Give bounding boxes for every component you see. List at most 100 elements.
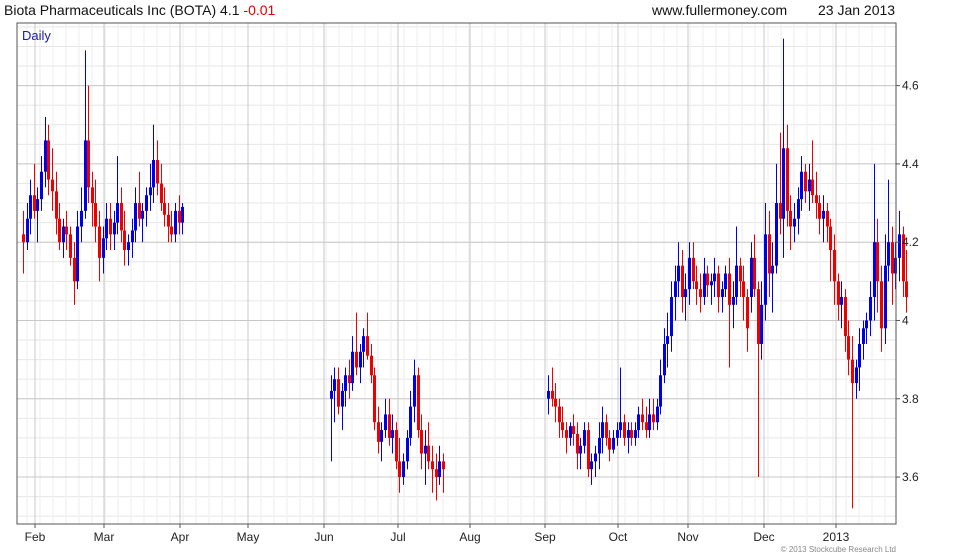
bar-body <box>351 351 354 384</box>
bar-body <box>822 210 825 219</box>
ohlc-bar <box>569 422 572 446</box>
ohlc-bar <box>435 453 438 501</box>
ohlc-bar <box>174 203 177 243</box>
y-tick-label: 4.2 <box>902 235 919 249</box>
ohlc-bar <box>692 242 695 290</box>
bar-body <box>22 234 25 243</box>
bar-body <box>138 203 141 219</box>
bar-body <box>695 281 698 290</box>
bar-body <box>36 199 39 211</box>
bar-body <box>898 234 901 258</box>
bar-body <box>73 257 76 282</box>
bar-body <box>739 265 742 282</box>
bar-body <box>337 379 340 407</box>
ohlc-bar <box>753 234 756 297</box>
ohlc-bar <box>33 163 36 219</box>
bar-body <box>666 336 669 344</box>
bar-body <box>840 296 843 305</box>
y-tick-label: 3.8 <box>902 392 919 406</box>
bar-body <box>116 203 119 223</box>
bar-body <box>674 281 677 297</box>
bar-body <box>750 257 753 297</box>
bar-body <box>94 203 97 227</box>
ohlc-bar <box>840 281 843 329</box>
ohlc-bar <box>127 234 130 266</box>
bar-body <box>29 195 32 219</box>
ohlc-bar <box>815 171 818 219</box>
ohlc-bar <box>746 289 749 352</box>
bar-body <box>652 414 655 423</box>
ohlc-bar <box>420 414 423 470</box>
y-tick-label: 4.4 <box>902 157 919 171</box>
ohlc-bar <box>590 453 593 485</box>
bar-body <box>80 210 83 227</box>
ohlc-bar <box>152 124 155 204</box>
bar-body <box>427 445 430 462</box>
ohlc-bar <box>847 320 850 376</box>
bar-body <box>395 430 398 462</box>
x-tick-label: Jul <box>390 530 405 544</box>
bar-body <box>782 148 785 219</box>
bar-body <box>865 320 868 329</box>
bar-body <box>808 179 811 192</box>
bar-body <box>779 203 782 219</box>
bar-body <box>174 210 177 235</box>
bar-body <box>402 461 405 478</box>
bar-body <box>746 296 749 329</box>
bar-body <box>815 195 818 204</box>
bar-body <box>764 234 767 305</box>
bar-body <box>703 273 706 297</box>
ohlc-bar <box>65 210 68 251</box>
ohlc-bar <box>663 328 666 384</box>
bar-body <box>656 406 659 423</box>
ohlc-bar <box>84 50 87 219</box>
bar-body <box>789 210 792 227</box>
bar-body <box>141 210 144 219</box>
bar-body <box>388 414 391 438</box>
bar-body <box>409 406 412 438</box>
ohlc-bar <box>551 367 554 407</box>
bar-body <box>355 351 358 368</box>
bar-body <box>797 199 800 219</box>
bar-body <box>847 336 850 360</box>
bar-body <box>76 226 79 282</box>
bar-body <box>862 328 865 344</box>
bar-body <box>753 257 756 290</box>
ohlc-bar <box>109 203 112 251</box>
ohlc-bar <box>73 242 76 305</box>
ohlc-bar <box>616 422 619 446</box>
bar-body <box>163 203 166 215</box>
ohlc-bar <box>818 195 821 235</box>
bar-body <box>742 281 745 297</box>
bar-body <box>645 422 648 431</box>
bar-body <box>417 375 420 431</box>
ohlc-bar <box>837 273 840 321</box>
ohlc-bar <box>728 257 731 368</box>
ohlc-bar <box>605 414 608 446</box>
ohlc-bar <box>55 171 58 235</box>
bar-body <box>391 430 394 438</box>
ohlc-bar <box>710 273 713 305</box>
bar-body <box>33 195 36 211</box>
bar-body <box>760 304 763 344</box>
ohlc-bar <box>576 422 579 470</box>
bar-body <box>384 414 387 431</box>
ohlc-bar <box>706 265 709 297</box>
ohlc-chart: 3.6 3.8 4 4.2 4.4 4.6 Feb Mar Apr May Jun Jul Aug Sep… <box>16 22 919 544</box>
ohlc-bar <box>619 367 622 438</box>
bar-body <box>829 226 832 251</box>
ohlc-bar <box>876 218 879 313</box>
bar-body <box>84 140 87 211</box>
ohlc-bar <box>608 430 611 462</box>
bar-body <box>630 430 633 438</box>
ohlc-bar <box>554 383 557 423</box>
bar-body <box>634 430 637 438</box>
ohlc-bar <box>380 422 383 462</box>
ohlc-bar <box>402 453 405 485</box>
bar-body <box>648 414 651 431</box>
ohlc-bar <box>724 265 727 297</box>
bar-body <box>373 375 376 423</box>
bar-body <box>69 234 72 258</box>
bar-body <box>905 281 908 297</box>
ohlc-bar <box>786 124 789 227</box>
